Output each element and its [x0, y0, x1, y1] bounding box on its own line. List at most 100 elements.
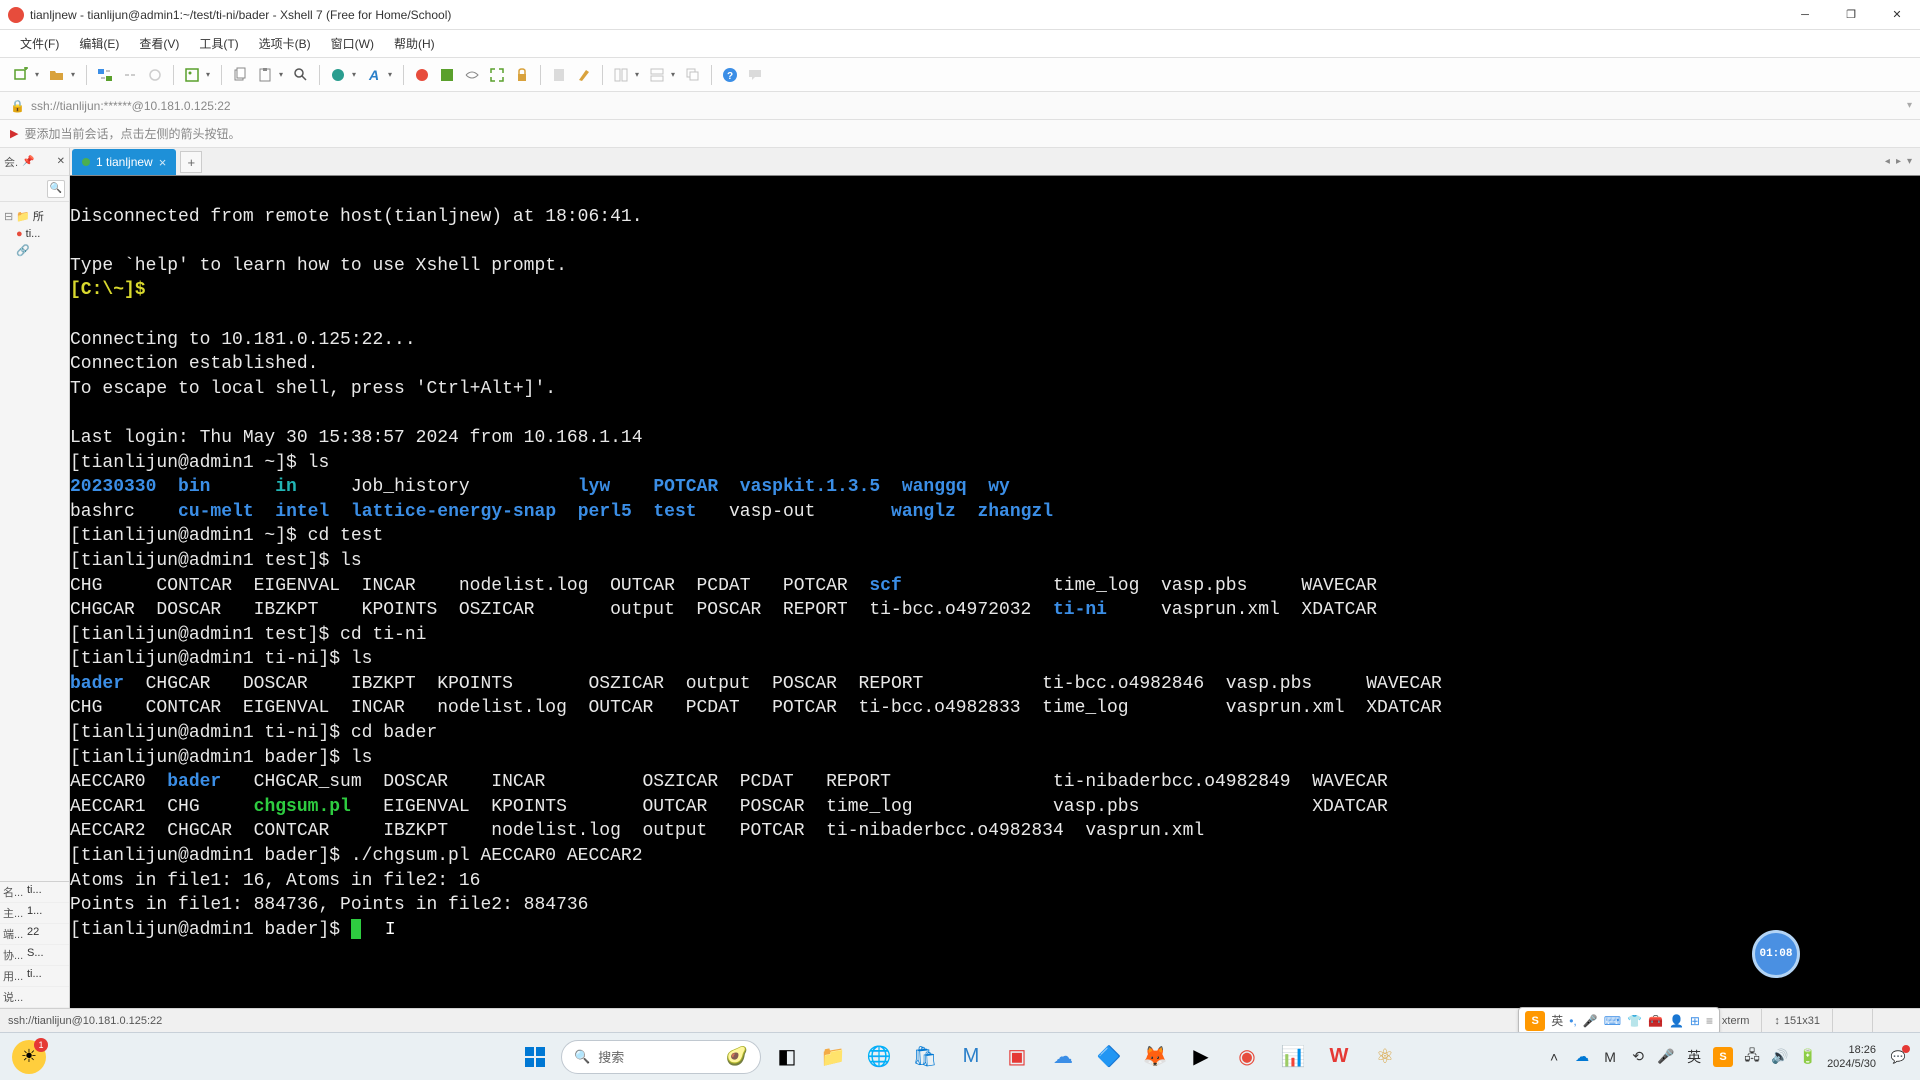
properties-icon[interactable] [181, 64, 203, 86]
dropdown-icon[interactable]: ▾ [279, 70, 287, 79]
panel-close-icon[interactable]: ✕ [57, 156, 65, 167]
lock-icon[interactable] [511, 64, 533, 86]
tray-notification-icon[interactable]: 💬 [1886, 1045, 1910, 1069]
open-icon[interactable] [46, 64, 68, 86]
ime-user-icon[interactable]: 👤 [1669, 1014, 1684, 1028]
help-icon[interactable]: ? [719, 64, 741, 86]
dropdown-icon[interactable]: ▾ [671, 70, 679, 79]
tray-volume-icon[interactable]: 🔊 [1771, 1048, 1789, 1066]
wps-icon[interactable]: 📊 [1273, 1037, 1313, 1077]
log-icon[interactable] [548, 64, 570, 86]
wps-icon[interactable]: W [1319, 1037, 1359, 1077]
tab-prev-icon[interactable]: ◂ [1885, 156, 1890, 167]
tray-mic-icon[interactable]: 🎤 [1657, 1048, 1675, 1066]
ime-skin-icon[interactable]: 👕 [1627, 1014, 1642, 1028]
dropdown-icon[interactable]: ▾ [388, 70, 396, 79]
notification-app-icon[interactable]: ☀ 1 [12, 1040, 46, 1074]
menu-tools[interactable]: 工具(T) [189, 32, 248, 55]
tab-session[interactable]: 1 tianljnew × [72, 149, 176, 175]
tile-v-icon[interactable] [646, 64, 668, 86]
highlight-icon[interactable] [573, 64, 595, 86]
tray-ime-icon[interactable]: S [1713, 1047, 1733, 1067]
tray-lang-icon[interactable]: 英 [1685, 1048, 1703, 1066]
tray-chevron-icon[interactable]: ˄ [1545, 1048, 1563, 1066]
minimize-button[interactable]: ─ [1782, 0, 1828, 30]
ime-punct-icon[interactable]: •, [1569, 1014, 1577, 1028]
menu-edit[interactable]: 编辑(E) [69, 32, 129, 55]
pin-icon[interactable]: 📌 [22, 156, 34, 167]
ime-grid-icon[interactable]: ⊞ [1690, 1014, 1700, 1028]
dropdown-icon[interactable]: ▾ [352, 70, 360, 79]
tunnel-icon[interactable] [461, 64, 483, 86]
xshell-icon[interactable]: ◉ [1227, 1037, 1267, 1077]
menu-view[interactable]: 查看(V) [129, 32, 189, 55]
explorer-icon[interactable]: 📁 [813, 1037, 853, 1077]
tray-onedrive-icon[interactable]: ☁ [1573, 1048, 1591, 1066]
session-tree[interactable]: ⊟📁所 ●ti... 🔗 [0, 202, 69, 263]
dropdown-icon[interactable]: ▾ [206, 70, 214, 79]
dropdown-icon[interactable]: ▾ [71, 70, 79, 79]
firefox-icon[interactable]: 🦊 [1135, 1037, 1175, 1077]
menu-help[interactable]: 帮助(H) [384, 32, 445, 55]
taskview-icon[interactable]: ◧ [767, 1037, 807, 1077]
app-icon[interactable]: M [951, 1037, 991, 1077]
taskbar-search[interactable]: 🔍 搜索 🥑 [561, 1040, 761, 1074]
tab-next-icon[interactable]: ▸ [1896, 156, 1901, 167]
tray-sync-icon[interactable]: ⟲ [1629, 1048, 1647, 1066]
new-tab-button[interactable]: + [180, 151, 202, 173]
tile-h-icon[interactable] [610, 64, 632, 86]
menu-window[interactable]: 窗口(W) [321, 32, 384, 55]
paste-icon[interactable] [254, 64, 276, 86]
tree-root[interactable]: ⊟📁所 [2, 206, 67, 226]
store-icon[interactable]: 🛍 [905, 1037, 945, 1077]
tab-menu-icon[interactable]: ▾ [1907, 156, 1912, 167]
feedback-icon[interactable] [744, 64, 766, 86]
ime-logo-icon[interactable]: S [1525, 1011, 1545, 1031]
xagent-icon[interactable] [411, 64, 433, 86]
tree-item-link[interactable]: 🔗 [2, 242, 67, 259]
ime-toolbox-icon[interactable]: 🧰 [1648, 1014, 1663, 1028]
tray-clock[interactable]: 18:26 2024/5/30 [1827, 1043, 1876, 1071]
timer-badge[interactable]: 01:08 [1752, 930, 1800, 978]
dropdown-icon[interactable]: ▾ [635, 70, 643, 79]
ime-menu-icon[interactable]: ≡ [1706, 1014, 1713, 1028]
close-button[interactable]: ✕ [1874, 0, 1920, 30]
menu-file[interactable]: 文件(F) [10, 32, 69, 55]
disconnect-icon[interactable] [119, 64, 141, 86]
fullscreen-icon[interactable] [486, 64, 508, 86]
ime-keyboard-icon[interactable]: ⌨ [1604, 1014, 1621, 1028]
copy-icon[interactable] [229, 64, 251, 86]
separator [403, 65, 404, 85]
addressbar[interactable]: 🔒 ssh://tianlijun:******@10.181.0.125:22… [0, 92, 1920, 120]
reconnect-icon[interactable] [144, 64, 166, 86]
new-session-icon[interactable] [10, 64, 32, 86]
app-icon[interactable]: ▣ [997, 1037, 1037, 1077]
cloud-icon[interactable]: ☁ [1043, 1037, 1083, 1077]
tree-item[interactable]: ●ti... [2, 226, 67, 242]
font-icon[interactable]: A [363, 64, 385, 86]
session-panel: 会. 📌 ✕ 🔍 ⊟📁所 ●ti... 🔗 名...ti... 主...1...… [0, 148, 70, 1008]
edge-icon[interactable]: 🌐 [859, 1037, 899, 1077]
tray-app-icon[interactable]: M [1601, 1048, 1619, 1066]
ime-mic-icon[interactable]: 🎤 [1583, 1014, 1598, 1028]
menu-tabs[interactable]: 选项卡(B) [249, 32, 321, 55]
transfer-icon[interactable] [94, 64, 116, 86]
app-icon[interactable]: 🔷 [1089, 1037, 1129, 1077]
tray-network-icon[interactable]: 🖧 [1743, 1048, 1761, 1066]
media-icon[interactable]: ▶ [1181, 1037, 1221, 1077]
address-dropdown-icon[interactable]: ▾ [1907, 100, 1920, 111]
search-icon[interactable]: 🔍 [47, 180, 65, 198]
app-icon[interactable]: ⚛ [1365, 1037, 1405, 1077]
dropdown-icon[interactable]: ▾ [35, 70, 43, 79]
tab-close-icon[interactable]: × [159, 155, 167, 170]
tray-battery-icon[interactable]: 🔋 [1799, 1048, 1817, 1066]
find-icon[interactable] [290, 64, 312, 86]
start-button[interactable] [515, 1037, 555, 1077]
ime-toolbar[interactable]: S 英 •, 🎤 ⌨ 👕 🧰 👤 ⊞ ≡ [1518, 1007, 1720, 1035]
ime-lang[interactable]: 英 [1551, 1012, 1563, 1029]
maximize-button[interactable]: ❐ [1828, 0, 1874, 30]
cascade-icon[interactable] [682, 64, 704, 86]
compose-icon[interactable] [436, 64, 458, 86]
terminal[interactable]: Disconnected from remote host(tianljnew)… [70, 176, 1920, 1008]
color-icon[interactable] [327, 64, 349, 86]
